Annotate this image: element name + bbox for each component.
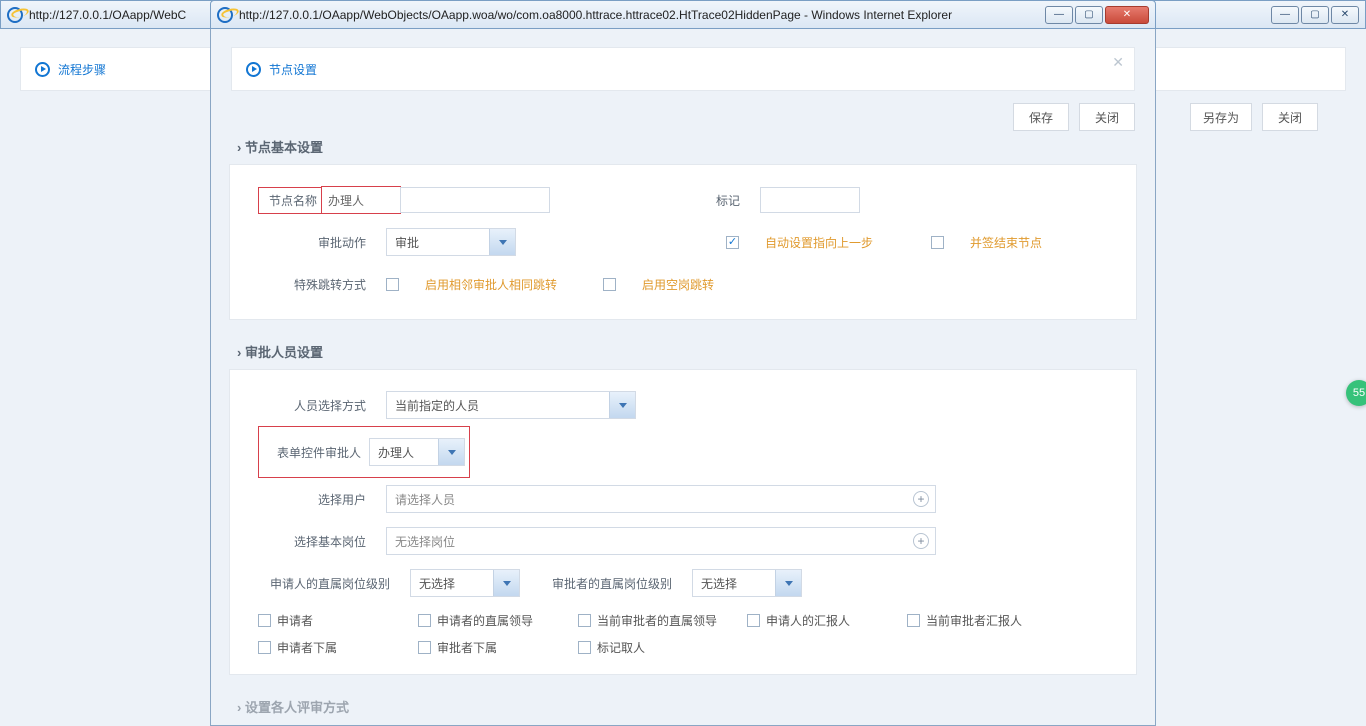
arrow-circle-icon (35, 62, 50, 77)
bg-page-title: 流程步骤 (35, 61, 106, 78)
post-picker[interactable]: 无选择岗位 + (386, 527, 936, 555)
approver-checkbox-grid: 申请者 申请者的直属领导 当前审批者的直属领导 申请人的汇报人 当前审批者汇报人… (258, 604, 1108, 660)
bg-close-page-button[interactable]: 关闭 (1262, 103, 1318, 131)
ie-icon (7, 7, 23, 23)
chevron-down-icon (493, 570, 519, 596)
applicant-post-level-select[interactable]: 无选择 (410, 569, 520, 597)
parallel-end-label: 并签结束节点 (970, 234, 1042, 251)
section-mark-title: › 设置各人评审方式 (237, 697, 1137, 716)
bg-close-button[interactable]: ✕ (1331, 6, 1359, 24)
floating-badge[interactable]: 55 (1346, 380, 1366, 406)
auto-prev-label: 自动设置指向上一步 (765, 234, 873, 251)
chk-cur-approver-reporter-label: 当前审批者汇报人 (926, 612, 1022, 629)
chk-cur-approver-leader-label: 当前审批者的直属领导 (597, 612, 717, 629)
applicant-post-level-value: 无选择 (419, 575, 455, 592)
form-ctrl-label: 表单控件审批人 (265, 444, 361, 461)
approve-action-label: 审批动作 (258, 234, 366, 251)
chk-mark-taker-label: 标记取人 (597, 639, 645, 656)
bg-saveas-button[interactable]: 另存为 (1190, 103, 1252, 131)
select-mode-select[interactable]: 当前指定的人员 (386, 391, 636, 419)
fg-max-button[interactable]: ▢ (1075, 6, 1103, 24)
fg-min-button[interactable]: — (1045, 6, 1073, 24)
form-ctrl-value: 办理人 (378, 444, 414, 461)
fg-close-button[interactable]: ✕ (1105, 6, 1149, 24)
chk-applicant-label: 申请者 (277, 612, 313, 629)
fg-titlebar: http://127.0.0.1/OAapp/WebObjects/OAapp.… (210, 0, 1156, 29)
post-placeholder: 无选择岗位 (395, 533, 455, 550)
chk-applicant-leader-label: 申请者的直属领导 (437, 612, 533, 629)
chevron-down-icon (489, 229, 515, 255)
chk-mark-taker[interactable] (578, 641, 591, 654)
fg-url: http://127.0.0.1/OAapp/WebObjects/OAapp.… (239, 8, 952, 22)
bg-url: http://127.0.0.1/OAapp/WebC (29, 8, 186, 22)
mark-label: 标记 (710, 192, 740, 209)
approver-post-level-label: 审批者的直属岗位级别 (540, 575, 672, 592)
user-placeholder: 请选择人员 (395, 491, 455, 508)
fg-page: 节点设置 ✕ 保存 关闭 › 节点基本设置 节点名称 标记 审批动作 (210, 29, 1156, 726)
chk-applicant-sub-label: 申请者下属 (277, 639, 337, 656)
chk-applicant-leader[interactable] (418, 614, 431, 627)
section-basic-box: 节点名称 标记 审批动作 审批 自动设置指向上一步 (229, 164, 1137, 320)
fg-header-card: 节点设置 ✕ (231, 47, 1135, 91)
jump-same-label: 启用相邻审批人相同跳转 (425, 276, 557, 293)
plus-icon[interactable]: + (913, 533, 929, 549)
chk-applicant-sub[interactable] (258, 641, 271, 654)
jump-empty-label: 启用空岗跳转 (642, 276, 714, 293)
node-name-highlight: 节点名称 (258, 187, 322, 214)
content-scroll[interactable]: › 节点基本设置 节点名称 标记 审批动作 审批 (229, 115, 1143, 717)
arrow-circle-icon (246, 62, 261, 77)
select-mode-value: 当前指定的人员 (395, 397, 479, 414)
user-label: 选择用户 (258, 491, 366, 508)
node-name-input[interactable] (322, 187, 400, 213)
chevron-down-icon (609, 392, 635, 418)
jump-same-checkbox[interactable] (386, 278, 399, 291)
bg-min-button[interactable]: — (1271, 6, 1299, 24)
chevron-down-icon (438, 439, 464, 465)
section-approver-title: › 审批人员设置 (237, 342, 1137, 361)
section-basic-title: › 节点基本设置 (237, 137, 1137, 156)
select-mode-label: 人员选择方式 (258, 397, 366, 414)
chk-cur-approver-reporter[interactable] (907, 614, 920, 627)
applicant-post-level-label: 申请人的直属岗位级别 (258, 575, 390, 592)
form-ctrl-select[interactable]: 办理人 (369, 438, 465, 466)
parallel-end-checkbox[interactable] (931, 236, 944, 249)
approver-post-level-value: 无选择 (701, 575, 737, 592)
node-name-rest-input[interactable] (400, 187, 550, 213)
section-approver-box: 人员选择方式 当前指定的人员 表单控件审批人 办理人 选择用户 (229, 369, 1137, 675)
fg-page-title: 节点设置 (246, 61, 317, 78)
node-name-label: 节点名称 (265, 192, 317, 209)
bg-title-text: 流程步骤 (58, 61, 106, 78)
post-label: 选择基本岗位 (258, 533, 366, 550)
ie-icon (217, 7, 233, 23)
approve-action-select[interactable]: 审批 (386, 228, 516, 256)
form-ctrl-highlight: 表单控件审批人 办理人 (258, 426, 470, 478)
user-picker[interactable]: 请选择人员 + (386, 485, 936, 513)
node-name-value-highlight (321, 186, 401, 214)
fg-title-text: 节点设置 (269, 61, 317, 78)
bg-max-button[interactable]: ▢ (1301, 6, 1329, 24)
jump-label: 特殊跳转方式 (258, 276, 366, 293)
auto-prev-checkbox[interactable] (726, 236, 739, 249)
chk-applicant[interactable] (258, 614, 271, 627)
plus-icon[interactable]: + (913, 491, 929, 507)
jump-empty-checkbox[interactable] (603, 278, 616, 291)
approve-action-value: 审批 (395, 234, 419, 251)
chk-applicant-reporter[interactable] (747, 614, 760, 627)
mark-input[interactable] (760, 187, 860, 213)
card-close-icon[interactable]: ✕ (1112, 54, 1124, 71)
approver-post-level-select[interactable]: 无选择 (692, 569, 802, 597)
chk-approver-sub-label: 审批者下属 (437, 639, 497, 656)
chk-applicant-reporter-label: 申请人的汇报人 (766, 612, 850, 629)
chevron-down-icon (775, 570, 801, 596)
chk-cur-approver-leader[interactable] (578, 614, 591, 627)
chk-approver-sub[interactable] (418, 641, 431, 654)
